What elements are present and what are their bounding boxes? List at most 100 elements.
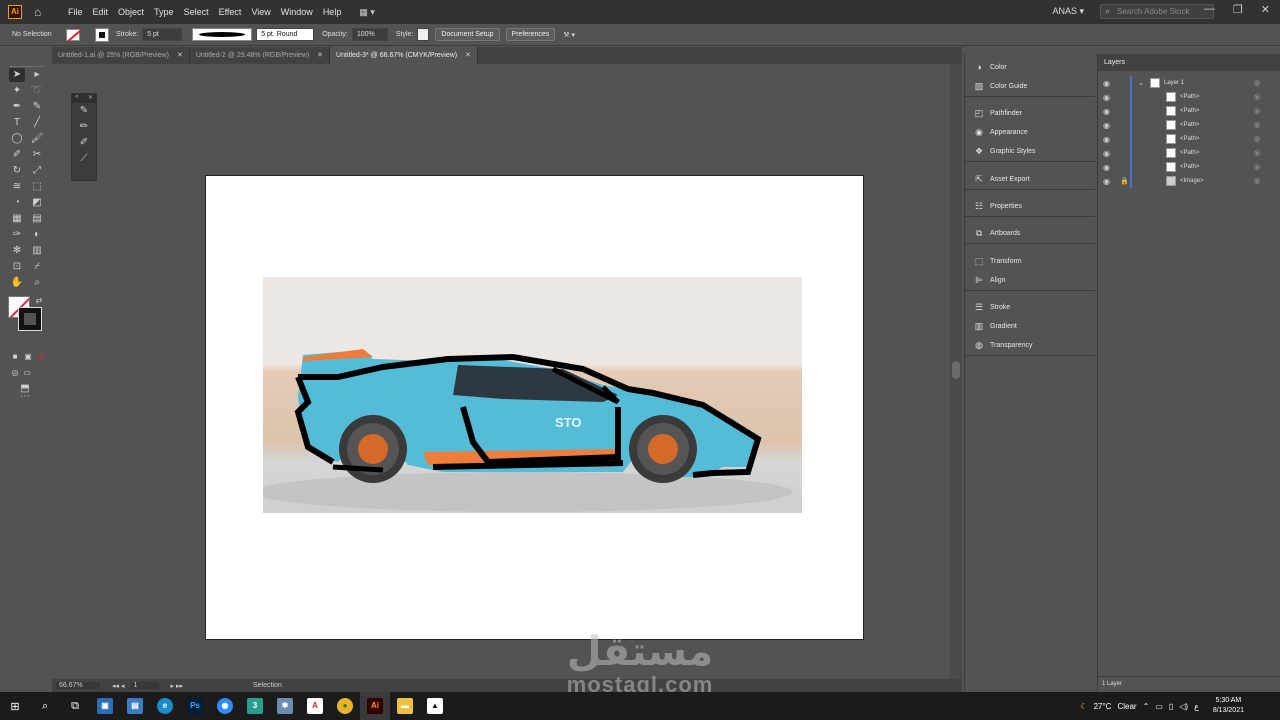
close-tab-icon[interactable]: ✕ [465,52,471,59]
illustrator-taskbar-icon[interactable]: Ai [360,692,390,720]
color-panel-tab[interactable]: ◑ Color [965,58,1095,77]
language-indicator[interactable]: ع [1194,702,1199,711]
screen-mode-icon[interactable]: ▭ [19,366,35,380]
layer-row-image[interactable]: ◉ 🔒 <Image> ◎ [1098,174,1268,188]
rotate-tool-icon[interactable]: ↻ [9,164,25,178]
close-icon[interactable]: ✕ [88,94,93,103]
layer-name[interactable]: Layer 1 [1164,80,1184,86]
transparency-panel-tab[interactable]: ◍ Transparency [965,336,1095,355]
style-swatch[interactable] [417,28,430,41]
restore-icon[interactable]: ❐ [1233,3,1243,16]
visibility-eye-icon[interactable]: ◉ [1103,107,1110,116]
prev-artboard-icon[interactable]: ◂◂ ◂ [112,682,125,690]
layer-name[interactable]: <Path> [1180,136,1199,142]
align-options-icon[interactable]: ⚒ ▾ [563,31,575,39]
menu-help[interactable]: Help [323,7,342,17]
menu-file[interactable]: File [68,7,83,17]
chrome-icon[interactable]: ● [330,692,360,720]
network-icon[interactable]: ▭ [1155,702,1163,711]
artboard-tool-icon[interactable]: ⊡ [9,260,25,274]
graph-tool-icon[interactable]: ▥ [29,244,45,258]
start-icon[interactable]: ⊞ [0,692,30,720]
minimize-icon[interactable]: — [1204,3,1215,16]
app-icon-1[interactable]: ▣ [90,692,120,720]
tab-untitled-2[interactable]: Untitled-2 @ 29.48% (RGB/Preview) ✕ [190,47,331,64]
current-tool-status[interactable]: Selection [253,682,282,689]
layer-name[interactable]: <Image> [1180,178,1204,184]
selection-tool-icon[interactable]: ➤ [9,68,25,82]
next-artboard-icon[interactable]: ▸ ▸▸ [171,682,184,690]
ellipse-tool-icon[interactable]: ◯ [9,132,25,146]
layer-row-path[interactable]: ◉ <Path> ◎ [1098,132,1268,146]
lasso-icon[interactable]: ➰ [29,84,45,98]
gradient-tool-icon[interactable]: ▤ [29,212,45,226]
search-icon[interactable]: ⌕ [30,692,60,720]
tab-untitled-3[interactable]: Untitled-3* @ 66.67% (CMYK/Preview) ✕ [330,47,479,64]
free-transform-icon[interactable]: ⬚ [29,180,45,194]
app-icon-3[interactable]: 3 [240,692,270,720]
warp-tool-icon[interactable]: ≋ [9,180,25,194]
layer-row-path[interactable]: ◉ <Path> ◎ [1098,118,1268,132]
artboards-panel-tab[interactable]: ⧉ Artboards [965,224,1095,243]
stroke-color-box[interactable] [18,307,42,331]
target-circle-icon[interactable]: ◎ [1254,149,1260,157]
tray-chevron-icon[interactable]: ⌃ [1143,702,1150,711]
scissors-icon[interactable]: ✂ [29,148,45,162]
stroke-panel-tab[interactable]: ☰ Stroke [965,298,1095,317]
visibility-eye-icon[interactable]: ◉ [1103,149,1110,158]
opacity-label[interactable]: Opacity: [322,31,348,38]
brush-profile-select[interactable]: 5 pt. Round [256,28,315,41]
properties-panel-tab[interactable]: ☷ Properties [965,197,1095,216]
flyout-header[interactable]: «✕ [72,94,96,103]
fill-swatch[interactable] [66,28,80,41]
tab-untitled-1[interactable]: Untitled-1.ai @ 25% (RGB/Preview) ✕ [52,47,190,64]
menu-window[interactable]: Window [281,7,313,17]
stroke-swatch[interactable] [95,27,109,42]
shaper-tool-icon[interactable]: ✐ [9,148,25,162]
layer-name[interactable]: <Path> [1180,164,1199,170]
clock[interactable]: 5:30 AM 8/13/2021 [1213,696,1244,716]
volume-icon[interactable]: ◁) [1179,702,1188,711]
target-circle-icon[interactable]: ◎ [1254,177,1260,185]
layer-name[interactable]: <Path> [1180,94,1199,100]
photoshop-icon[interactable]: Ps [180,692,210,720]
zoom-tool-icon[interactable]: ⌕ [29,276,45,290]
none-mode-icon[interactable]: ⊘ [33,350,49,364]
appearance-panel-tab[interactable]: ◉ Appearance [965,123,1095,142]
swap-fill-stroke-icon[interactable]: ⇄ [31,294,47,308]
opacity-field[interactable]: 100% [351,28,388,41]
close-icon[interactable]: ✕ [1261,3,1270,16]
layer-name[interactable]: <Path> [1180,150,1199,156]
visibility-eye-icon[interactable]: ◉ [1103,135,1110,144]
live-paint-icon[interactable]: ◩ [29,196,45,210]
shaper-tool-icon[interactable]: ✎ [72,103,96,119]
collapse-icon[interactable]: « [75,94,78,103]
brush-definition-preview[interactable] [192,28,253,41]
line-tool-icon[interactable]: ╱ [29,116,45,130]
stroke-weight-field[interactable]: 5 pt [142,28,183,41]
visibility-eye-icon[interactable]: ◉ [1103,121,1110,130]
transform-panel-tab[interactable]: ⬚ Transform [965,252,1095,271]
car-image[interactable]: STO [263,277,802,513]
layer-row-path[interactable]: ◉ <Path> ◎ [1098,104,1268,118]
zoom-field[interactable]: 66.67% [56,682,100,689]
type-tool-icon[interactable]: T [9,116,25,130]
target-circle-icon[interactable]: ◎ [1254,163,1260,171]
app-icon-2[interactable]: ▤ [120,692,150,720]
vertical-scrollbar[interactable] [950,64,962,679]
zoom-app-icon[interactable]: ◉ [210,692,240,720]
task-view-icon[interactable]: ⧉ [60,692,90,720]
edit-toolbar-icon[interactable]: ⋯ [17,390,33,404]
align-panel-tab[interactable]: ⊫ Align [965,271,1095,290]
graphic-styles-panel-tab[interactable]: ❖ Graphic Styles [965,142,1095,161]
weather-condition[interactable]: Clear [1117,702,1136,711]
menu-object[interactable]: Object [118,7,144,17]
home-icon[interactable]: ⌂ [34,5,48,19]
layer-row-layer-1[interactable]: ◉ ⌄ Layer 1 ◎ [1098,76,1268,90]
layer-name[interactable]: <Path> [1180,108,1199,114]
user-menu[interactable]: ANAS ▾ [1052,6,1084,17]
edge-icon[interactable]: e [150,692,180,720]
stock-search-input[interactable]: ⌕ Search Adobe Stock [1100,4,1214,19]
layer-name[interactable]: <Path> [1180,122,1199,128]
visibility-eye-icon[interactable]: ◉ [1103,177,1110,186]
